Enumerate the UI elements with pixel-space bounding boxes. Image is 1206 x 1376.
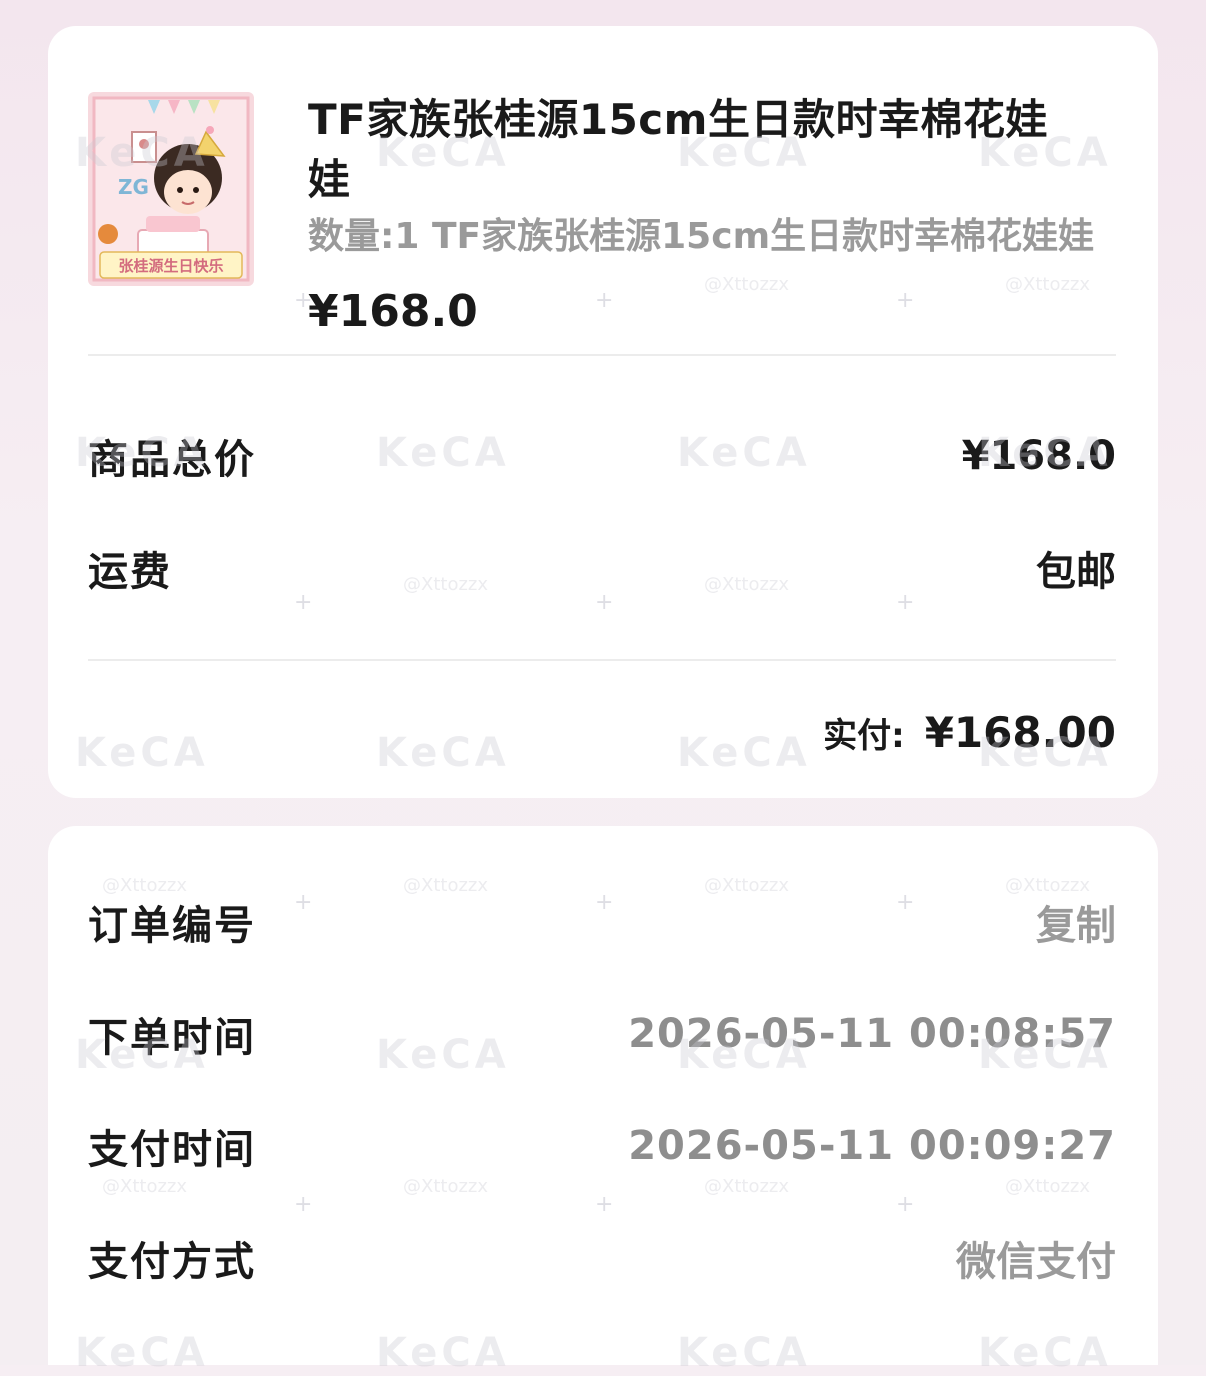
order-time-label: 下单时间 bbox=[88, 1015, 256, 1061]
pay-method-row: 支付方式 微信支付 bbox=[88, 1228, 1116, 1288]
order-number-label: 订单编号 bbox=[88, 903, 256, 949]
product-illustration: ZG 张桂源生日快乐 bbox=[88, 92, 254, 286]
copy-button[interactable]: 复制 bbox=[1036, 893, 1116, 951]
product-title[interactable]: TF家族张桂源15cm生日款时幸棉花娃娃 bbox=[308, 90, 1088, 210]
svg-text:ZG: ZG bbox=[118, 175, 149, 199]
goods-total-value: ¥168.0 bbox=[961, 433, 1116, 479]
goods-total-row: 商品总价 ¥168.0 bbox=[88, 426, 1116, 486]
product-thumbnail[interactable]: ZG 张桂源生日快乐 bbox=[88, 92, 254, 286]
pay-method-value: 微信支付 bbox=[956, 1239, 1116, 1285]
product-variant: 数量:1 TF家族张桂源15cm生日款时幸棉花娃娃 bbox=[308, 216, 1095, 257]
shipping-value: 包邮 bbox=[1036, 549, 1116, 595]
goods-total-label: 商品总价 bbox=[88, 437, 256, 483]
order-time-row: 下单时间 2026-05-11 00:08:57 bbox=[88, 1004, 1116, 1064]
paid-label: 实付: bbox=[823, 715, 905, 756]
shipping-label: 运费 bbox=[88, 549, 172, 595]
order-info-card: 订单编号 复制 下单时间 2026-05-11 00:08:57 支付时间 20… bbox=[48, 826, 1158, 1365]
order-time-value: 2026-05-11 00:08:57 bbox=[628, 1011, 1116, 1057]
pay-time-label: 支付时间 bbox=[88, 1127, 256, 1173]
divider bbox=[88, 659, 1116, 661]
paid-value: ¥168.00 bbox=[924, 707, 1116, 757]
order-summary-card: ZG 张桂源生日快乐 TF家族张桂源15cm生日款时幸棉花娃娃 数量:1 TF家… bbox=[48, 26, 1158, 798]
divider bbox=[88, 354, 1116, 356]
pay-time-value: 2026-05-11 00:09:27 bbox=[628, 1123, 1116, 1169]
shipping-row: 运费 包邮 bbox=[88, 538, 1116, 598]
svg-text:张桂源生日快乐: 张桂源生日快乐 bbox=[118, 257, 223, 275]
paid-row: 实付: ¥168.00 bbox=[823, 702, 1116, 762]
order-number-row: 订单编号 复制 bbox=[88, 892, 1116, 952]
pay-time-row: 支付时间 2026-05-11 00:09:27 bbox=[88, 1116, 1116, 1176]
product-price: ¥168.0 bbox=[308, 286, 478, 337]
pay-method-label: 支付方式 bbox=[88, 1239, 256, 1285]
